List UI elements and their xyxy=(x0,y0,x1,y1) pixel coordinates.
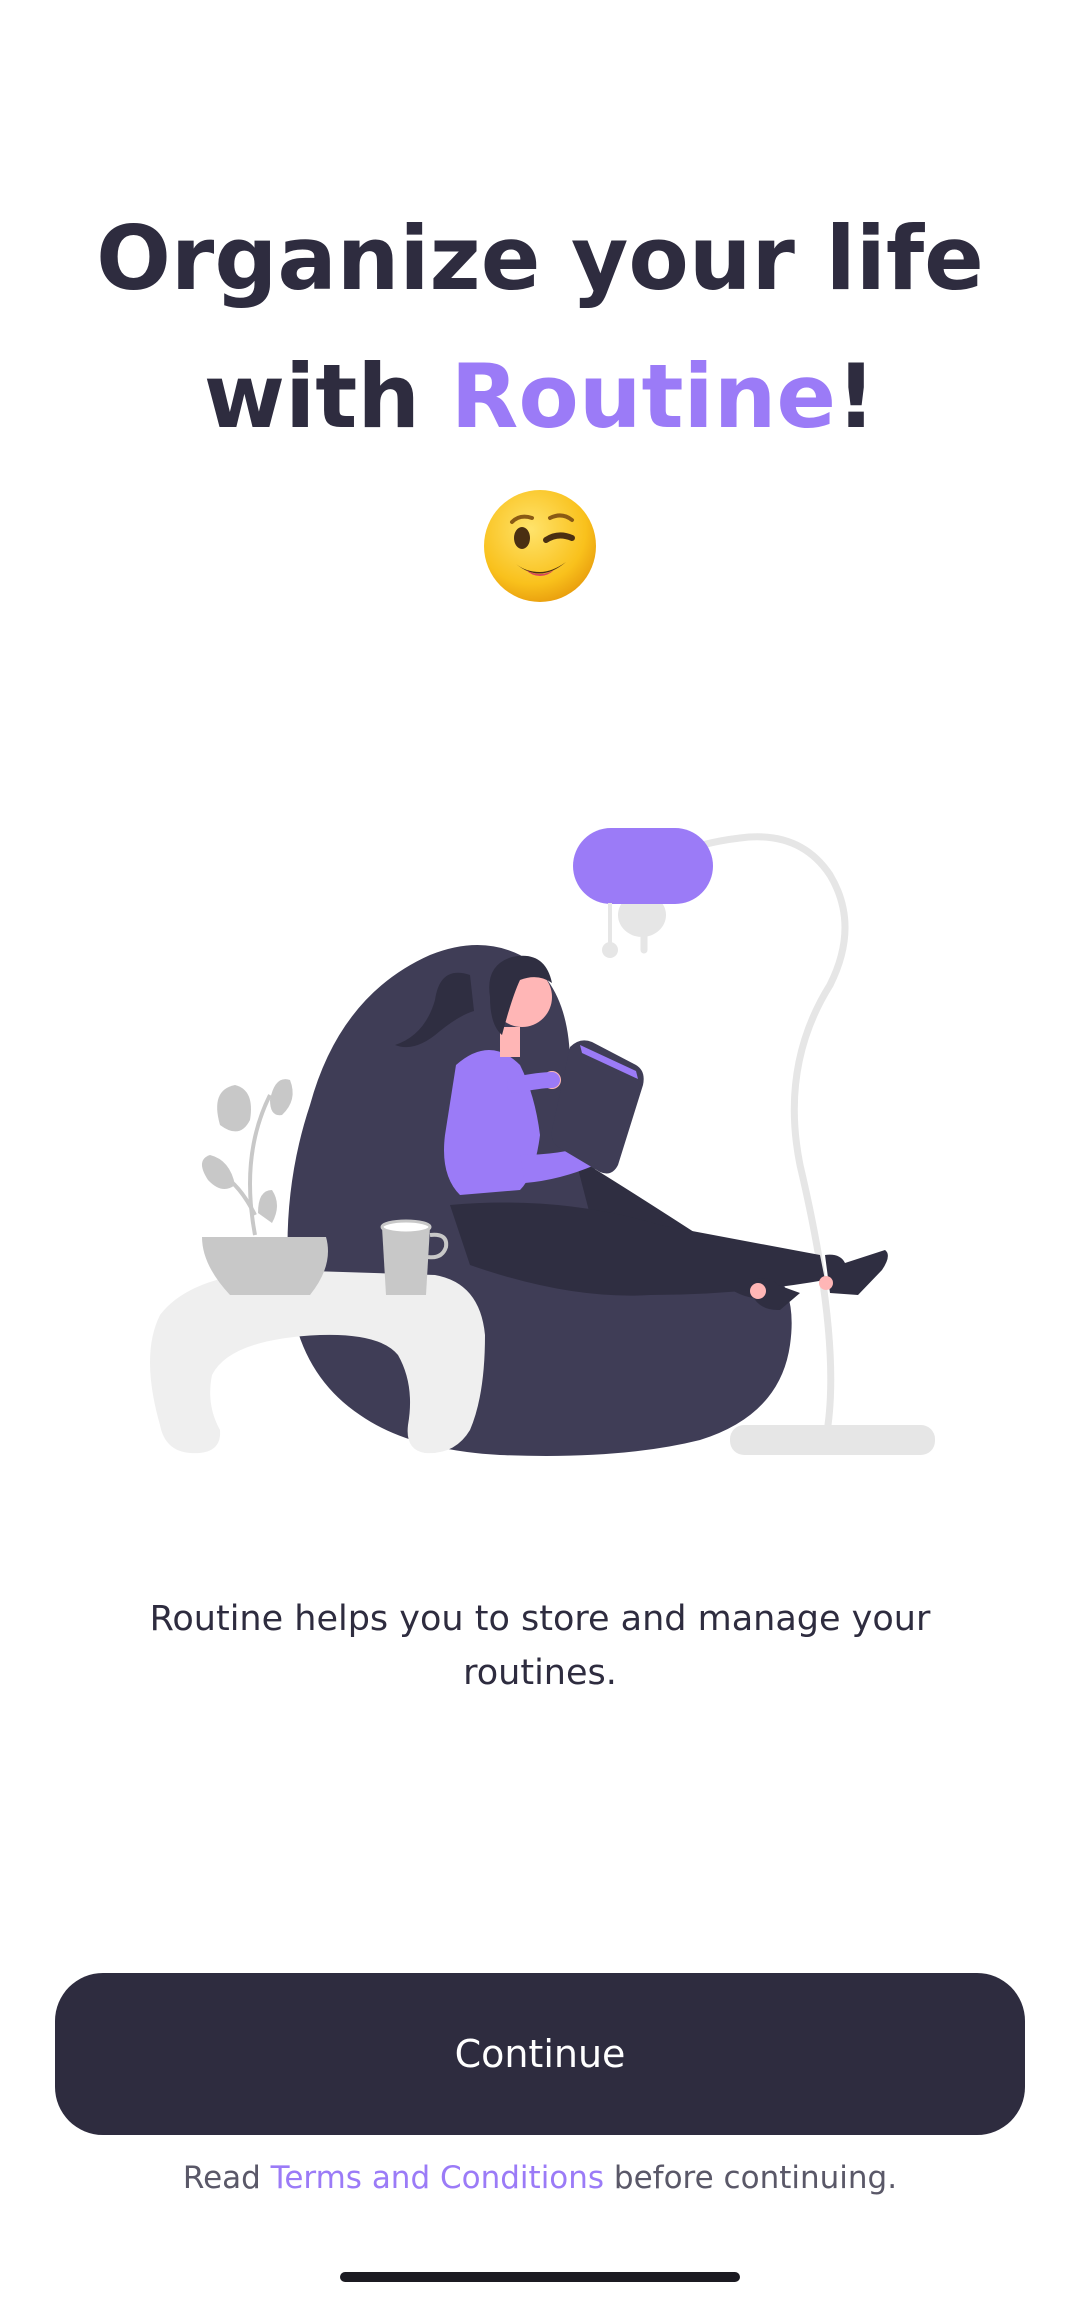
title-line-1: Organize your life xyxy=(96,207,984,310)
title-brand-name: Routine xyxy=(450,345,837,448)
terms-prefix: Read xyxy=(182,2160,271,2196)
page-title: Organize your life with Routine! xyxy=(0,190,1080,466)
terms-notice: Read Terms and Conditions before continu… xyxy=(0,2156,1080,2200)
description-text: Routine helps you to store and manage yo… xyxy=(149,1599,931,1693)
beanbag-graphic xyxy=(287,945,792,1456)
winking-face-icon xyxy=(484,490,596,602)
woman-reading-illustration xyxy=(150,828,935,1456)
title-with: with xyxy=(203,345,451,448)
continue-button[interactable]: Continue xyxy=(55,1973,1025,2135)
terms-suffix: before continuing. xyxy=(604,2160,898,2196)
terms-and-conditions-link[interactable]: Terms and Conditions xyxy=(271,2160,604,2196)
home-indicator[interactable] xyxy=(340,2272,740,2282)
title-exclamation: ! xyxy=(836,345,877,448)
